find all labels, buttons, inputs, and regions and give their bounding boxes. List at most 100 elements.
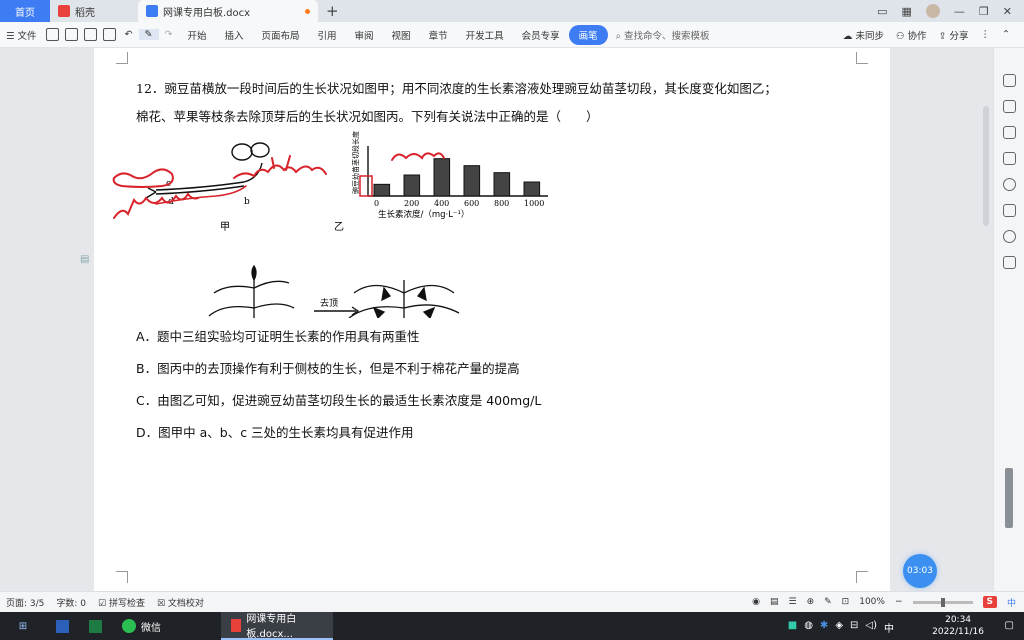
wps-icon: [231, 618, 242, 632]
timer-badge[interactable]: 03:03: [903, 554, 937, 588]
zoom-slider[interactable]: [912, 597, 973, 607]
volume-slider[interactable]: [1005, 468, 1013, 528]
shield-icon[interactable]: ◈: [835, 620, 843, 635]
yi-bar: [373, 183, 391, 197]
print-icon[interactable]: [83, 28, 97, 41]
option-c: C．由图乙可知，促进豌豆幼苗茎切段生长的最适生长素浓度是 400mg/L: [136, 393, 542, 408]
tab-home-label: 首页: [15, 7, 35, 19]
menu-review[interactable]: 审阅: [346, 28, 383, 42]
redo-icon[interactable]: ↷: [159, 29, 179, 40]
speaker-icon[interactable]: ◁): [865, 620, 877, 635]
minimize-icon[interactable]: —: [954, 5, 965, 18]
collapse-icon[interactable]: ⌃: [1002, 29, 1010, 40]
taskbar: ⊞ 微信 网课专用白板.docx... ■ ◍ ✱ ◈ ⊟ ◁) 中 20:34…: [0, 612, 1024, 640]
edit-icon[interactable]: [1003, 100, 1016, 113]
menu-home[interactable]: 开始: [178, 28, 215, 42]
yi-bar: [523, 181, 541, 197]
help-icon[interactable]: [1003, 178, 1016, 191]
option-b: B．图丙中的去顶操作有利于侧枝的生长，但是不利于棉花产量的提高: [136, 361, 520, 376]
close-icon[interactable]: ✕: [1003, 5, 1012, 18]
notification-icon[interactable]: ▢: [1005, 620, 1014, 631]
rocket-icon[interactable]: [1003, 74, 1016, 87]
select-icon[interactable]: [1003, 126, 1016, 139]
zoom-out-icon[interactable]: −: [895, 597, 903, 607]
document-page[interactable]: 12．豌豆苗横放一段时间后的生长状况如图甲；用不同浓度的生长素溶液处理豌豆幼苗茎…: [94, 48, 890, 591]
save-icon[interactable]: [45, 28, 59, 41]
menu-layout[interactable]: 页面布局: [253, 28, 309, 42]
undo-icon[interactable]: ↶: [119, 29, 139, 40]
yi-tick-label: 1000: [524, 199, 544, 208]
grid-icon[interactable]: ▦: [902, 5, 912, 18]
pen-icon[interactable]: ✎: [138, 29, 159, 40]
collab-label: 协作: [907, 30, 927, 42]
tab-docer[interactable]: 稻壳: [50, 0, 138, 22]
menu-view[interactable]: 视图: [383, 28, 420, 42]
network-icon[interactable]: ⊟: [850, 620, 858, 635]
yi-tick-label: 400: [434, 199, 449, 208]
right-sidebar: [993, 48, 1024, 591]
restore-icon[interactable]: ❐: [979, 5, 989, 18]
taskbar-wechat[interactable]: 微信: [112, 612, 171, 640]
preview-icon[interactable]: [102, 28, 116, 41]
outline-icon[interactable]: ☰: [789, 597, 797, 607]
image-icon[interactable]: [1003, 204, 1016, 217]
spell-check-label: 拼写检查: [108, 598, 145, 609]
wechat-icon: [122, 619, 136, 633]
tray-lang[interactable]: 中: [884, 620, 894, 635]
taskbar-wechat-label: 微信: [141, 622, 161, 634]
page-view-icon[interactable]: ▤: [770, 597, 779, 607]
word-count[interactable]: 字数: 0: [50, 596, 92, 609]
doc-proof[interactable]: ☒ 文档校对: [151, 596, 210, 609]
taskbar-wps-doc[interactable]: 网课专用白板.docx...: [221, 612, 333, 640]
excel-icon: [89, 619, 102, 633]
location-icon[interactable]: [1003, 230, 1016, 243]
tab-bar: 首页 稻壳 网课专用白板.docx +: [0, 0, 1024, 22]
document-area[interactable]: 12．豌豆苗横放一段时间后的生长状况如图甲；用不同浓度的生长素溶液处理豌豆幼苗茎…: [0, 48, 993, 591]
ime-toolbar[interactable]: S: [982, 596, 997, 608]
clock-time: 20:34: [945, 615, 972, 625]
new-tab-button[interactable]: +: [318, 0, 347, 22]
share-button[interactable]: ⇪ 分享: [939, 28, 969, 42]
page-side-marker-icon[interactable]: ▤: [80, 254, 89, 265]
taskbar-word[interactable]: [46, 612, 79, 640]
tray-chat-icon[interactable]: ◍: [804, 620, 813, 635]
figure-jia-label: 甲: [220, 222, 230, 233]
clock[interactable]: 20:34 2022/11/16: [932, 614, 984, 638]
menu-chapter[interactable]: 章节: [420, 28, 457, 42]
menu-references[interactable]: 引用: [309, 28, 346, 42]
menu-developer[interactable]: 开发工具: [457, 28, 513, 42]
menu-insert[interactable]: 插入: [215, 28, 252, 42]
spell-check[interactable]: ☑ 拼写检查: [92, 596, 151, 609]
command-search[interactable]: ⌕ 查找命令、搜索模板: [608, 28, 718, 42]
zoom-level[interactable]: 100%: [859, 597, 885, 607]
yi-x-axis-label: 生长素浓度/（mg·L⁻¹）: [378, 209, 469, 220]
export-icon[interactable]: [64, 28, 78, 41]
windows-start-icon[interactable]: ⊞: [0, 621, 46, 632]
bluetooth-icon[interactable]: ✱: [820, 620, 828, 635]
layout-icon[interactable]: ▭: [877, 5, 887, 18]
settings-icon[interactable]: [1003, 152, 1016, 165]
tab-home[interactable]: 首页: [0, 0, 50, 22]
pen-mode-icon[interactable]: ✎: [824, 597, 832, 607]
taskbar-excel[interactable]: [79, 612, 112, 640]
figure-yi-label: 乙: [334, 221, 344, 233]
tab-document[interactable]: 网课专用白板.docx: [138, 0, 318, 22]
fit-icon[interactable]: ⊡: [842, 597, 850, 607]
clock-date: 2022/11/16: [932, 627, 984, 637]
copy-icon[interactable]: [1003, 256, 1016, 269]
menu-pen[interactable]: 画笔: [568, 24, 608, 45]
page-indicator[interactable]: 页面: 3/5: [0, 596, 50, 609]
yi-tick-label: 600: [464, 199, 479, 208]
tray-app-icon[interactable]: ■: [788, 620, 797, 635]
avatar[interactable]: [925, 4, 940, 18]
ime-lang[interactable]: 中: [1007, 596, 1016, 609]
file-menu[interactable]: ☰ 文件: [0, 28, 43, 42]
vertical-scrollbar[interactable]: [983, 106, 989, 226]
eye-icon[interactable]: ◉: [752, 597, 760, 607]
question-line-1: 12．豌豆苗横放一段时间后的生长状况如图甲；用不同浓度的生长素溶液处理豌豆幼苗茎…: [136, 81, 777, 96]
menu-member[interactable]: 会员专享: [513, 28, 569, 42]
more-icon[interactable]: ⋮: [981, 29, 991, 40]
web-view-icon[interactable]: ⊕: [807, 597, 815, 607]
collab-button[interactable]: ⚇ 协作: [896, 28, 927, 42]
sync-button[interactable]: ☁ 未同步: [843, 28, 884, 42]
